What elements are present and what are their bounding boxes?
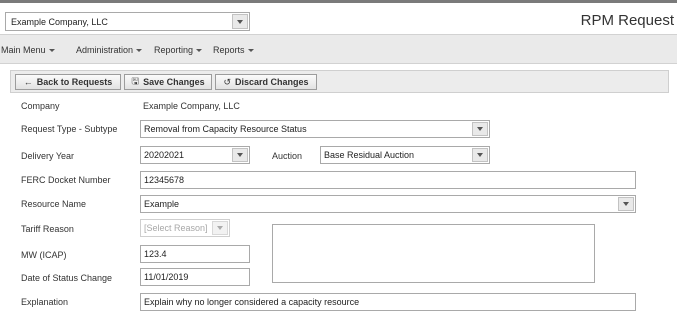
undo-icon: ↺ <box>223 76 231 87</box>
resource-name-value: Example <box>144 199 180 209</box>
status-change-date-field[interactable]: 11/01/2019 <box>140 268 250 286</box>
menu-administration[interactable]: Administration <box>76 45 143 55</box>
menu-label: Main Menu <box>1 45 46 55</box>
status-change-date-value: 11/01/2019 <box>144 272 189 282</box>
chevron-down-icon <box>136 49 143 53</box>
request-type-select[interactable]: Removal from Capacity Resource Status <box>140 120 490 138</box>
back-button-label: Back to Requests <box>36 77 113 87</box>
chevron-down-icon <box>196 49 203 53</box>
explanation-field[interactable]: Explain why no longer considered a capac… <box>140 293 636 311</box>
chevron-down-icon[interactable] <box>212 221 228 235</box>
save-icon: 🖫 <box>131 76 140 86</box>
menu-label: Reporting <box>154 45 194 55</box>
chevron-down-icon[interactable] <box>472 122 488 136</box>
menu-reporting[interactable]: Reporting <box>154 45 203 55</box>
mw-icap-value: 123.4 <box>144 249 167 259</box>
resource-name-select[interactable]: Example <box>140 195 636 213</box>
mw-icap-label: MW (ICAP) <box>21 250 67 260</box>
ferc-docket-value: 12345678 <box>144 175 185 185</box>
action-toolbar: ← Back to Requests 🖫 Save Changes ↺ Disc… <box>10 70 669 93</box>
ferc-docket-field[interactable]: 12345678 <box>140 171 636 189</box>
mw-icap-field[interactable]: 123.4 <box>140 245 250 263</box>
menu-label: Administration <box>76 45 134 55</box>
explanation-label: Explanation <box>21 297 69 307</box>
tariff-reason-label: Tariff Reason <box>21 224 74 234</box>
delivery-year-label: Delivery Year <box>21 151 75 161</box>
tariff-reason-select[interactable]: [Select Reason] <box>140 219 230 237</box>
discard-button-label: Discard Changes <box>235 77 309 87</box>
request-type-label: Request Type - Subtype <box>21 124 118 134</box>
auction-select[interactable]: Base Residual Auction <box>320 146 490 164</box>
back-to-requests-button[interactable]: ← Back to Requests <box>15 74 121 90</box>
request-type-value: Removal from Capacity Resource Status <box>144 124 307 134</box>
resource-name-label: Resource Name <box>21 199 87 209</box>
chevron-down-icon[interactable] <box>232 14 248 29</box>
chevron-down-icon <box>247 49 254 53</box>
menu-main-menu[interactable]: Main Menu <box>1 45 55 55</box>
company-select[interactable]: Example Company, LLC <box>5 12 250 31</box>
status-change-date-label: Date of Status Change <box>21 273 113 283</box>
delivery-year-value: 20202021 <box>144 150 185 160</box>
auction-label: Auction <box>272 151 303 161</box>
company-label: Company <box>21 101 60 111</box>
explanation-value: Explain why no longer considered a capac… <box>144 297 360 307</box>
discard-changes-button[interactable]: ↺ Discard Changes <box>215 74 317 90</box>
save-changes-button[interactable]: 🖫 Save Changes <box>124 74 212 90</box>
chevron-down-icon <box>48 49 55 53</box>
chevron-down-icon[interactable] <box>618 197 634 211</box>
main-menu-bar: Main Menu Administration Reporting Repor… <box>0 34 677 64</box>
tariff-reason-value: [Select Reason] <box>144 223 208 233</box>
menu-label: Reports <box>213 45 245 55</box>
company-select-value: Example Company, LLC <box>11 17 108 27</box>
menu-reports[interactable]: Reports <box>213 45 254 55</box>
auction-value: Base Residual Auction <box>324 150 415 160</box>
chevron-down-icon[interactable] <box>232 148 248 162</box>
page-title: RPM Request <box>580 12 674 29</box>
delivery-year-select[interactable]: 20202021 <box>140 146 250 164</box>
arrow-left-icon: ← <box>23 77 33 87</box>
company-value: Example Company, LLC <box>143 101 240 111</box>
ferc-docket-label: FERC Docket Number <box>21 175 111 185</box>
top-bar: Example Company, LLC RPM Request <box>0 0 677 34</box>
chevron-down-icon[interactable] <box>472 148 488 162</box>
tariff-reason-notes-textarea[interactable] <box>272 224 595 283</box>
save-button-label: Save Changes <box>143 77 205 87</box>
